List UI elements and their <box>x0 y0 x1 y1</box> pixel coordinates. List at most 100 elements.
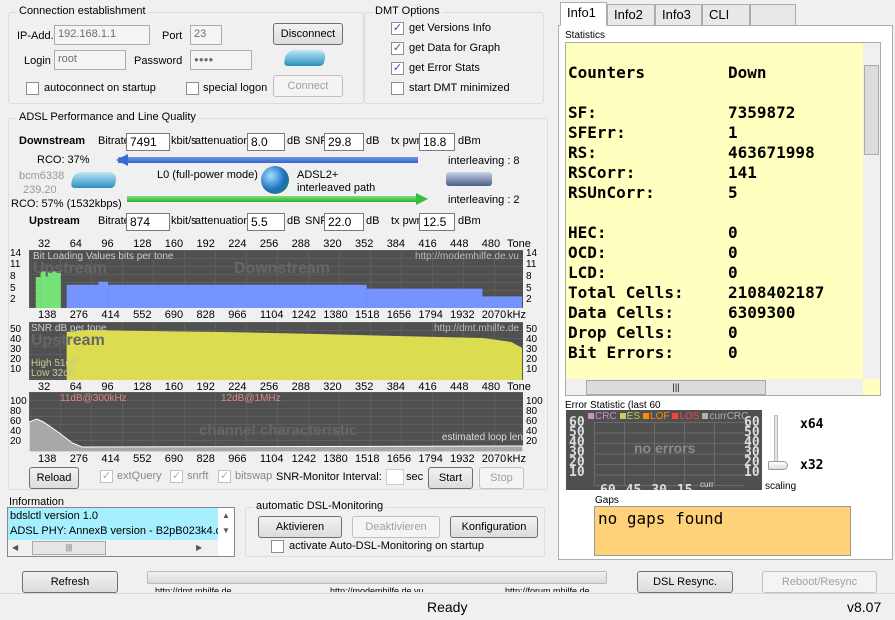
dsl-resync-button[interactable]: DSL Resync. <box>637 571 733 593</box>
stop-button[interactable]: Stop <box>479 467 524 489</box>
information-box[interactable]: bdslctl version 1.0 ADSL PHY: AnnexB ver… <box>7 507 235 557</box>
stats-key: LCD: <box>568 263 607 282</box>
adsl-title: ADSL Performance and Line Quality <box>17 111 198 123</box>
upstream-label: Upstream <box>29 215 80 227</box>
tone-tick-label: 64 <box>69 238 82 250</box>
refresh-button[interactable]: Refresh <box>22 571 118 593</box>
downstream-bit-bar <box>66 284 99 308</box>
att-label: attenuation <box>195 215 250 227</box>
error-x-tick: 30 <box>651 483 667 490</box>
dmt-option-checkbox[interactable]: ✓ <box>391 22 404 35</box>
y-tick-label-right: 14 <box>526 247 538 259</box>
ip-field[interactable]: 192.168.1.1 <box>54 25 150 45</box>
legend-label: currCRC <box>709 411 749 422</box>
legend-lof: LOF <box>643 411 669 422</box>
stats-hscrollbar[interactable]: ||| <box>566 379 863 395</box>
channel-chart: 11dB@300kHz 12dB@1MHz channel characterist… <box>29 392 523 452</box>
stats-value: 1 <box>728 123 738 142</box>
tone-tick-label: 96 <box>101 238 114 250</box>
tab-info2[interactable]: Info2 <box>607 4 655 26</box>
y-tick-label: 8 <box>10 271 16 283</box>
stats-vscrollbar[interactable] <box>863 43 880 379</box>
error-x-tick: 45 <box>626 483 642 490</box>
stats-row: SF: 7359872 <box>568 103 824 123</box>
tone-tick-label: 32 <box>38 238 51 250</box>
info-hscrollbar[interactable]: ◀ ||| ▶ <box>8 540 218 556</box>
y-tick-label-right: 20 <box>526 436 538 447</box>
extquery-checkbox[interactable]: ✓ <box>100 470 113 483</box>
interleave-up: interleaving : 2 <box>448 194 520 206</box>
scaling-slider[interactable] <box>774 415 778 465</box>
statistics-label: Statistics <box>565 30 606 41</box>
khz-tick-label: kHz <box>507 453 526 465</box>
snr-area <box>66 330 523 380</box>
disconnect-button[interactable]: Disconnect <box>273 23 343 45</box>
error-x-tick: 60 <box>600 483 616 490</box>
link-dmt[interactable]: http://dmt.mhilfe.de <box>155 586 232 592</box>
tab-info3[interactable]: Info3 <box>655 4 702 26</box>
special-logon-checkbox[interactable] <box>186 82 199 95</box>
tone-tick-label: 352 <box>355 238 374 250</box>
khz-tick-label: 966 <box>228 453 247 465</box>
info-vscrollbar[interactable]: ▲ ▼ <box>218 508 234 540</box>
dmt-option-checkbox[interactable]: ✓ <box>391 42 404 55</box>
gaps-box[interactable]: no gaps found <box>594 506 851 556</box>
tab-info1[interactable]: Info1 <box>560 2 607 26</box>
stats-value: 0 <box>728 323 738 342</box>
start-button[interactable]: Start <box>428 467 473 489</box>
y-tick-label: 20 <box>10 436 22 447</box>
upstream-arrow <box>127 196 417 202</box>
scaling-slider-thumb[interactable] <box>768 461 788 470</box>
legend-label: LOS <box>679 411 700 422</box>
legend-swatch <box>643 413 650 419</box>
stats-row: OCD: 0 <box>568 243 824 263</box>
snr-interval-field[interactable] <box>386 469 404 485</box>
khz-tick-label: 552 <box>133 453 152 465</box>
rco-up: RCO: 57% (1532kbps) <box>11 198 122 210</box>
stats-value: 2108402187 <box>728 283 825 302</box>
tone-tick-label: 160 <box>164 238 184 250</box>
chart-watermark: http://modemhilfe.de.vu <box>415 251 519 262</box>
connect-button[interactable]: Connect <box>273 75 343 97</box>
tab-blank[interactable] <box>750 4 796 26</box>
dmt-option-checkbox[interactable]: ✓ <box>391 62 404 75</box>
deactivate-button[interactable]: Deaktivieren <box>352 516 440 538</box>
password-field[interactable]: ●●●● <box>190 50 252 70</box>
autoconnect-checkbox[interactable] <box>26 82 39 95</box>
stats-value: 7359872 <box>728 103 796 122</box>
auto-monitoring-label: activate Auto-DSL-Monitoring on startup <box>289 540 485 552</box>
activate-button[interactable]: Aktivieren <box>258 516 342 538</box>
khz-tick-label: 276 <box>69 453 89 465</box>
stats-value: 0 <box>728 263 738 282</box>
downstream-bit-bar <box>482 296 523 308</box>
bitswap-checkbox[interactable]: ✓ <box>218 470 231 483</box>
chip-version: 239.20 <box>23 184 57 196</box>
dmt-option-checkbox[interactable] <box>391 82 404 95</box>
legend-los: LOS <box>672 411 699 422</box>
auto-monitoring-checkbox[interactable] <box>271 540 284 553</box>
extquery-label: extQuery <box>117 470 162 482</box>
khz-tick-label: 1656 <box>386 453 412 465</box>
stats-key: SFErr: <box>568 123 626 142</box>
khz-tick-label: 1518 <box>355 453 380 465</box>
downstream-bit-bar <box>366 288 483 308</box>
reload-button[interactable]: Reload <box>29 467 79 489</box>
login-field[interactable]: root <box>54 50 126 70</box>
khz-tick-label: 828 <box>196 309 215 321</box>
statistics-box[interactable]: Counters Down SF: 7359872 SFErr: 1 RS: 46367199… <box>565 42 881 396</box>
configuration-button[interactable]: Konfiguration <box>450 516 538 538</box>
link-forum[interactable]: http://forum.mhilfe.de <box>505 586 590 592</box>
link-modemhilfe[interactable]: http://modemhilfe.de.vu <box>330 586 424 592</box>
snr-interval-label: SNR-Monitor Interval: <box>276 471 382 483</box>
no-errors-label: no errors <box>634 440 696 456</box>
snrft-checkbox[interactable]: ✓ <box>170 470 183 483</box>
port-field[interactable]: 23 <box>190 25 222 45</box>
khz-tick-label: 690 <box>164 453 184 465</box>
stats-key: SF: <box>568 103 597 122</box>
kbit: kbit/s <box>171 215 197 227</box>
stats-row: RSCorr: 141 <box>568 163 824 183</box>
up-att-value: 5.5 <box>247 213 285 231</box>
stats-row: LCD: 0 <box>568 263 824 283</box>
reboot-resync-button[interactable]: Reboot/Resync <box>762 571 877 593</box>
tab-cli[interactable]: CLI <box>702 4 750 26</box>
